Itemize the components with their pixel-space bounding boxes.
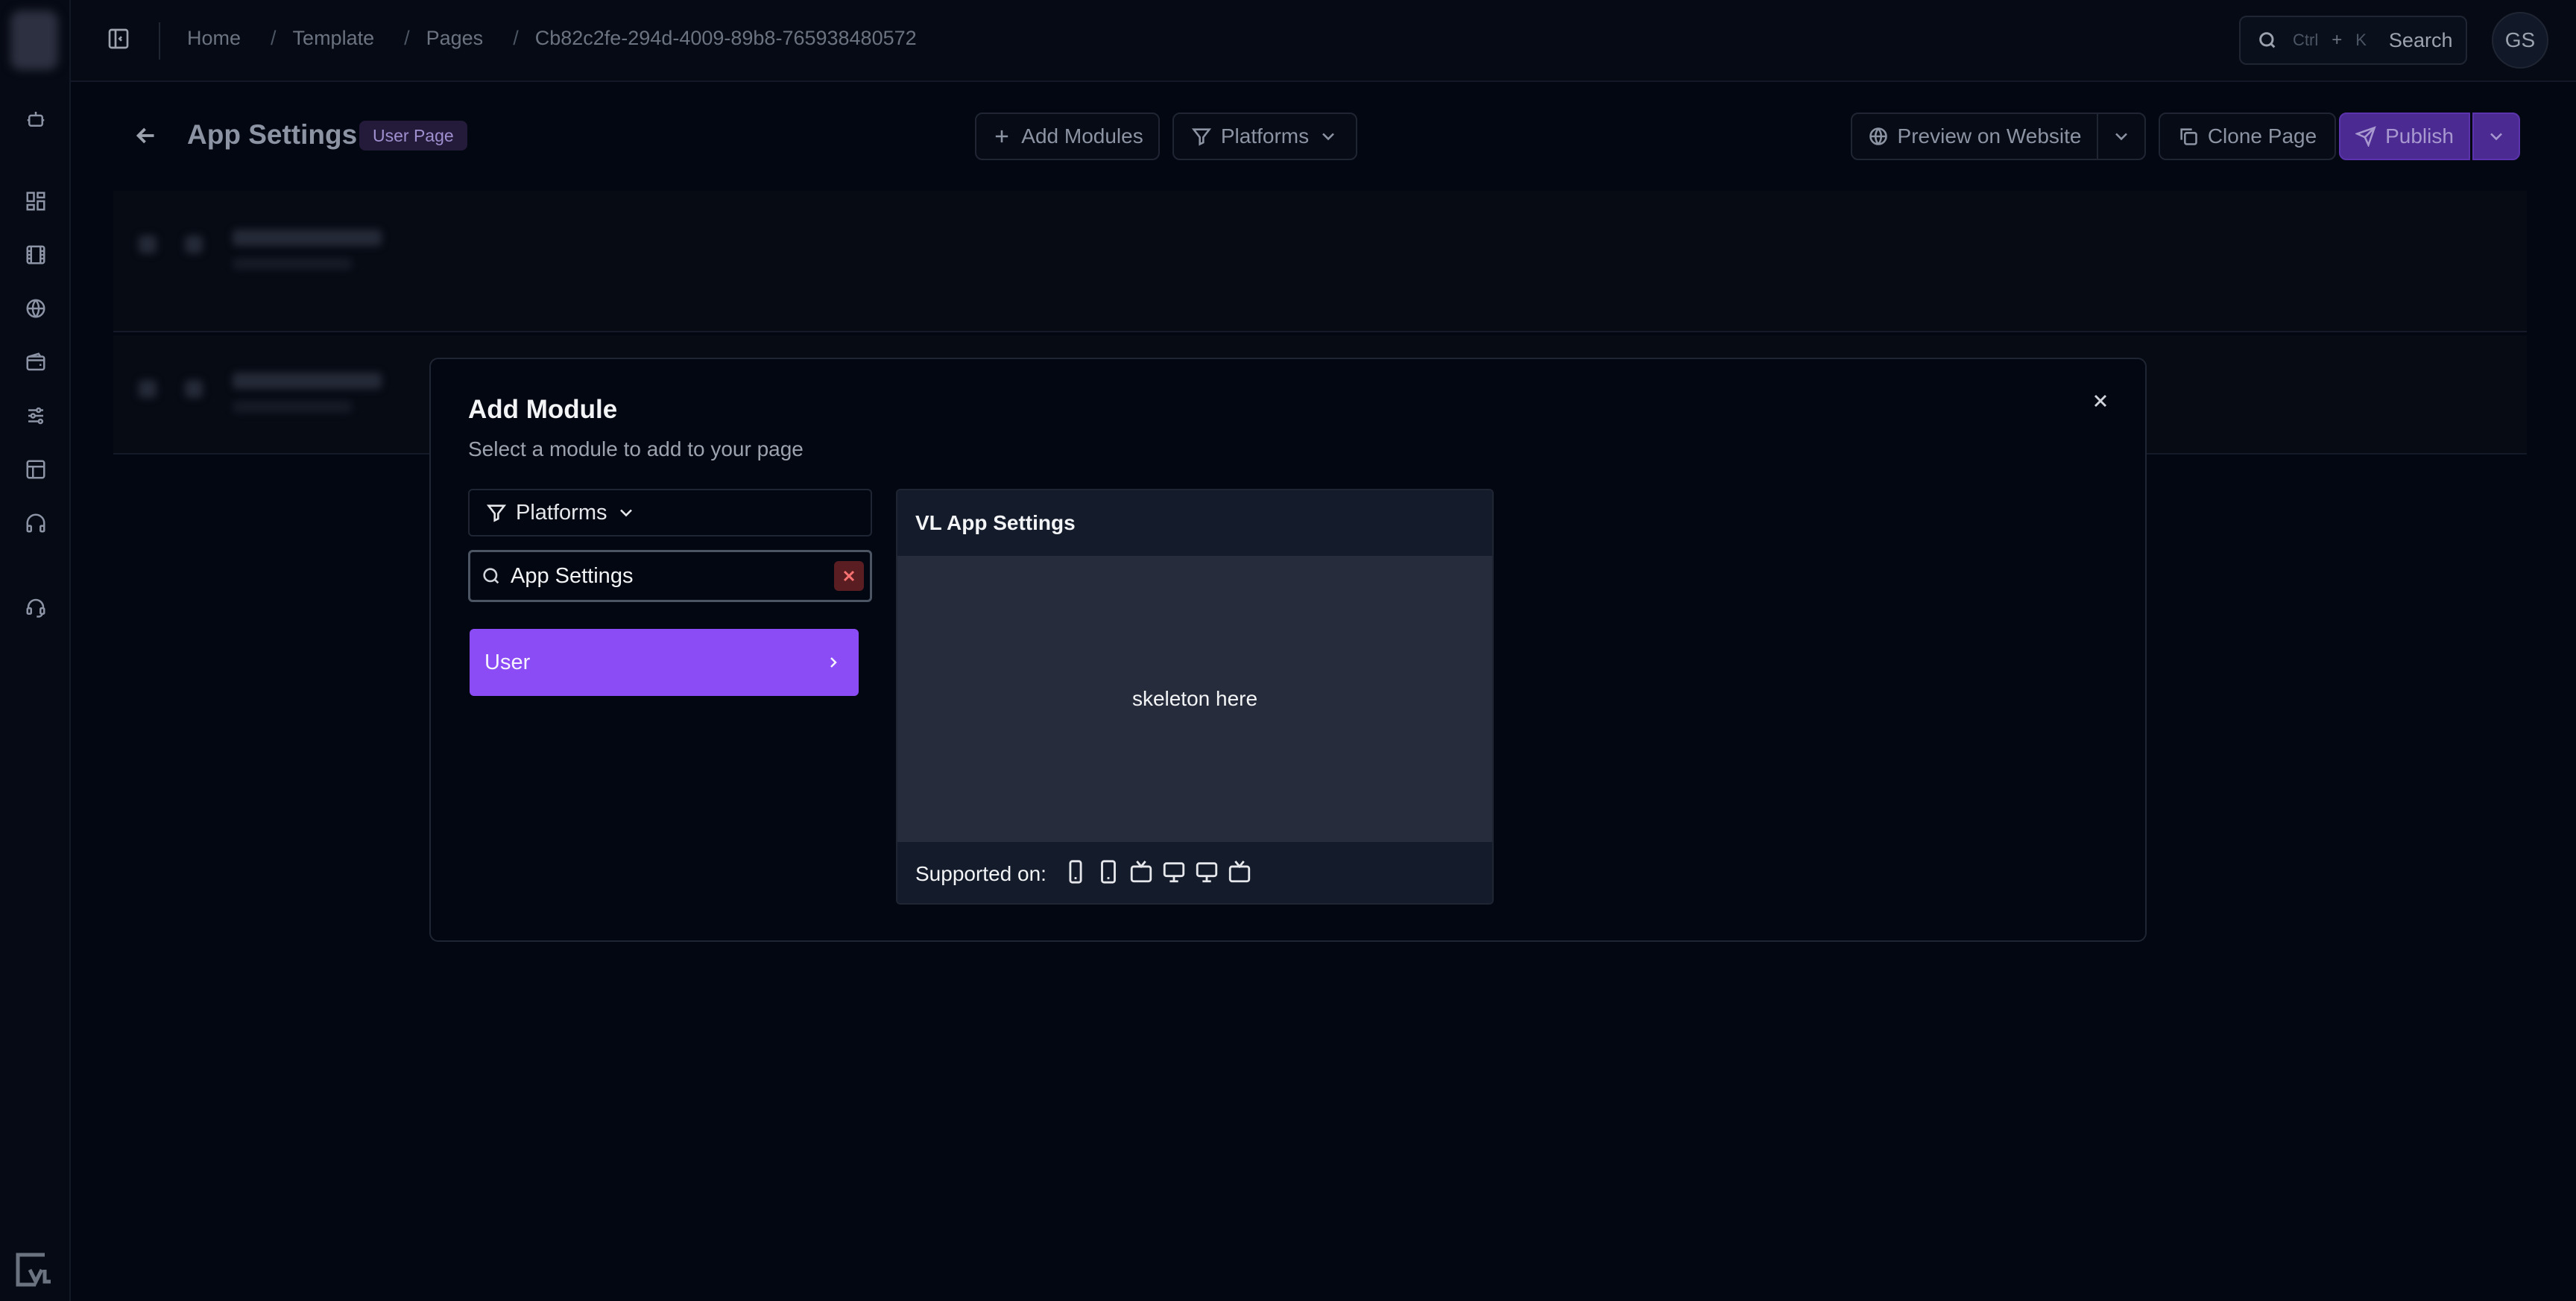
- breadcrumb-current-page: Cb82c2fe-294d-4009-89b8-765938480572: [534, 27, 917, 49]
- sidebar-item-bot[interactable]: [21, 104, 51, 134]
- chevron-down-icon: [1322, 133, 1335, 141]
- film-icon: [26, 245, 45, 265]
- add-modules-label: Add Modules: [1021, 124, 1143, 148]
- sidebar-item-dashboard[interactable]: [21, 186, 51, 216]
- sidebar-toggle-button[interactable]: [107, 27, 135, 55]
- chevron-down-icon: [2115, 133, 2127, 141]
- globe-icon: [26, 299, 45, 318]
- headphones-icon: [26, 513, 45, 533]
- breadcrumb-separator: /: [271, 27, 277, 49]
- platforms-filter-dropdown[interactable]: Platforms: [468, 489, 872, 536]
- publish-options-dropdown[interactable]: [2472, 113, 2520, 160]
- add-module-dialog: Add Module Select a module to add to you…: [429, 358, 2147, 942]
- wallet-icon: [26, 352, 45, 371]
- plus-icon: [996, 130, 1008, 143]
- sidebar-item-support[interactable]: [21, 508, 51, 538]
- clear-search-button[interactable]: [834, 561, 864, 591]
- add-modules-button[interactable]: Add Modules: [975, 113, 1160, 160]
- sidebar-item-web[interactable]: [21, 294, 51, 323]
- sidebar-item-media[interactable]: [21, 240, 51, 270]
- globe-icon: [1869, 127, 1887, 145]
- chevron-down-icon: [620, 509, 633, 517]
- tablet-icon: [1096, 859, 1121, 890]
- search-icon: [2259, 32, 2276, 48]
- category-label: User: [484, 650, 531, 674]
- publish-label: Publish: [2385, 124, 2454, 148]
- module-search-input[interactable]: [511, 563, 824, 589]
- close-button[interactable]: [2086, 386, 2115, 416]
- module-row-blurred: [113, 191, 2527, 332]
- dashboard-icon: [26, 191, 45, 211]
- monitor-icon: [1194, 859, 1219, 890]
- bot-icon: [27, 112, 45, 127]
- back-button[interactable]: [133, 122, 162, 152]
- sidebar-item-layout[interactable]: [21, 455, 51, 484]
- dialog-title: Add Module: [468, 395, 618, 424]
- module-category-user[interactable]: User: [470, 629, 859, 696]
- breadcrumb-separator: /: [404, 27, 410, 49]
- search-label: Search: [2388, 28, 2453, 51]
- preview-on-website-button[interactable]: Preview on Website: [1851, 113, 2098, 160]
- publish-button[interactable]: Publish: [2339, 113, 2470, 160]
- breadcrumb-template[interactable]: Template: [293, 27, 375, 50]
- mobile-icon: [1063, 859, 1088, 890]
- copy-icon: [2180, 128, 2197, 145]
- arrow-left-icon: [136, 127, 154, 144]
- supported-platforms: Supported on:: [897, 842, 1492, 903]
- top-bar: Home / Template / Pages / Cb82c2fe-294d-…: [71, 0, 2576, 82]
- layout-icon: [26, 460, 45, 479]
- sidebar-item-settings[interactable]: [21, 401, 51, 431]
- panel-left-icon: [108, 28, 129, 49]
- platforms-label: Platforms: [1220, 124, 1310, 148]
- platforms-filter-label: Platforms: [516, 500, 607, 525]
- module-name: VL App Settings: [897, 490, 1492, 556]
- page-type-badge: User Page: [359, 121, 467, 151]
- filter-icon: [486, 504, 507, 522]
- headset-icon: [26, 598, 45, 618]
- shortcut-key: K: [2355, 31, 2367, 49]
- breadcrumb-separator: /: [513, 27, 519, 49]
- platforms-filter-button[interactable]: Platforms: [1172, 113, 1357, 160]
- chevron-right-icon: [830, 657, 837, 668]
- search-icon: [483, 568, 499, 584]
- preview-label: Preview on Website: [1897, 124, 2082, 148]
- sidebar-item-wallet[interactable]: [21, 347, 51, 377]
- module-search-field[interactable]: [468, 550, 872, 602]
- breadcrumb-pages[interactable]: Pages: [426, 27, 484, 50]
- desktop-icon: [1161, 859, 1187, 890]
- supported-label: Supported on:: [915, 862, 1046, 885]
- close-icon: [2094, 394, 2107, 408]
- clone-page-button[interactable]: Clone Page: [2159, 113, 2336, 160]
- user-avatar[interactable]: GS: [2492, 12, 2548, 69]
- global-search-button[interactable]: Ctrl + K Search: [2239, 16, 2467, 65]
- dialog-subtitle: Select a module to add to your page: [468, 437, 804, 460]
- sidebar-item-help[interactable]: [21, 592, 51, 622]
- module-preview-card[interactable]: VL App Settings skeleton here Supported …: [896, 489, 1494, 905]
- shortcut-modifier: Ctrl: [2293, 31, 2319, 49]
- sliders-icon: [28, 407, 43, 425]
- filter-icon: [1191, 128, 1211, 146]
- chevron-down-icon: [2490, 133, 2502, 141]
- vl-brand-icon: [12, 1249, 54, 1291]
- send-icon: [2355, 126, 2376, 147]
- breadcrumb: Home / Template / Pages / Cb82c2fe-294d-…: [187, 27, 917, 50]
- sidebar: [0, 0, 71, 1301]
- clone-page-label: Clone Page: [2207, 124, 2317, 148]
- module-preview-body: skeleton here: [897, 556, 1492, 842]
- app-logo[interactable]: [10, 10, 58, 70]
- page-title: App Settings: [187, 119, 358, 150]
- shortcut-plus: +: [2332, 30, 2343, 50]
- tv-icon: [1227, 859, 1252, 890]
- preview-options-dropdown[interactable]: [2097, 113, 2146, 160]
- tv-icon: [1128, 859, 1154, 890]
- breadcrumb-home[interactable]: Home: [187, 27, 241, 50]
- close-icon: [843, 570, 855, 582]
- divider: [159, 22, 160, 60]
